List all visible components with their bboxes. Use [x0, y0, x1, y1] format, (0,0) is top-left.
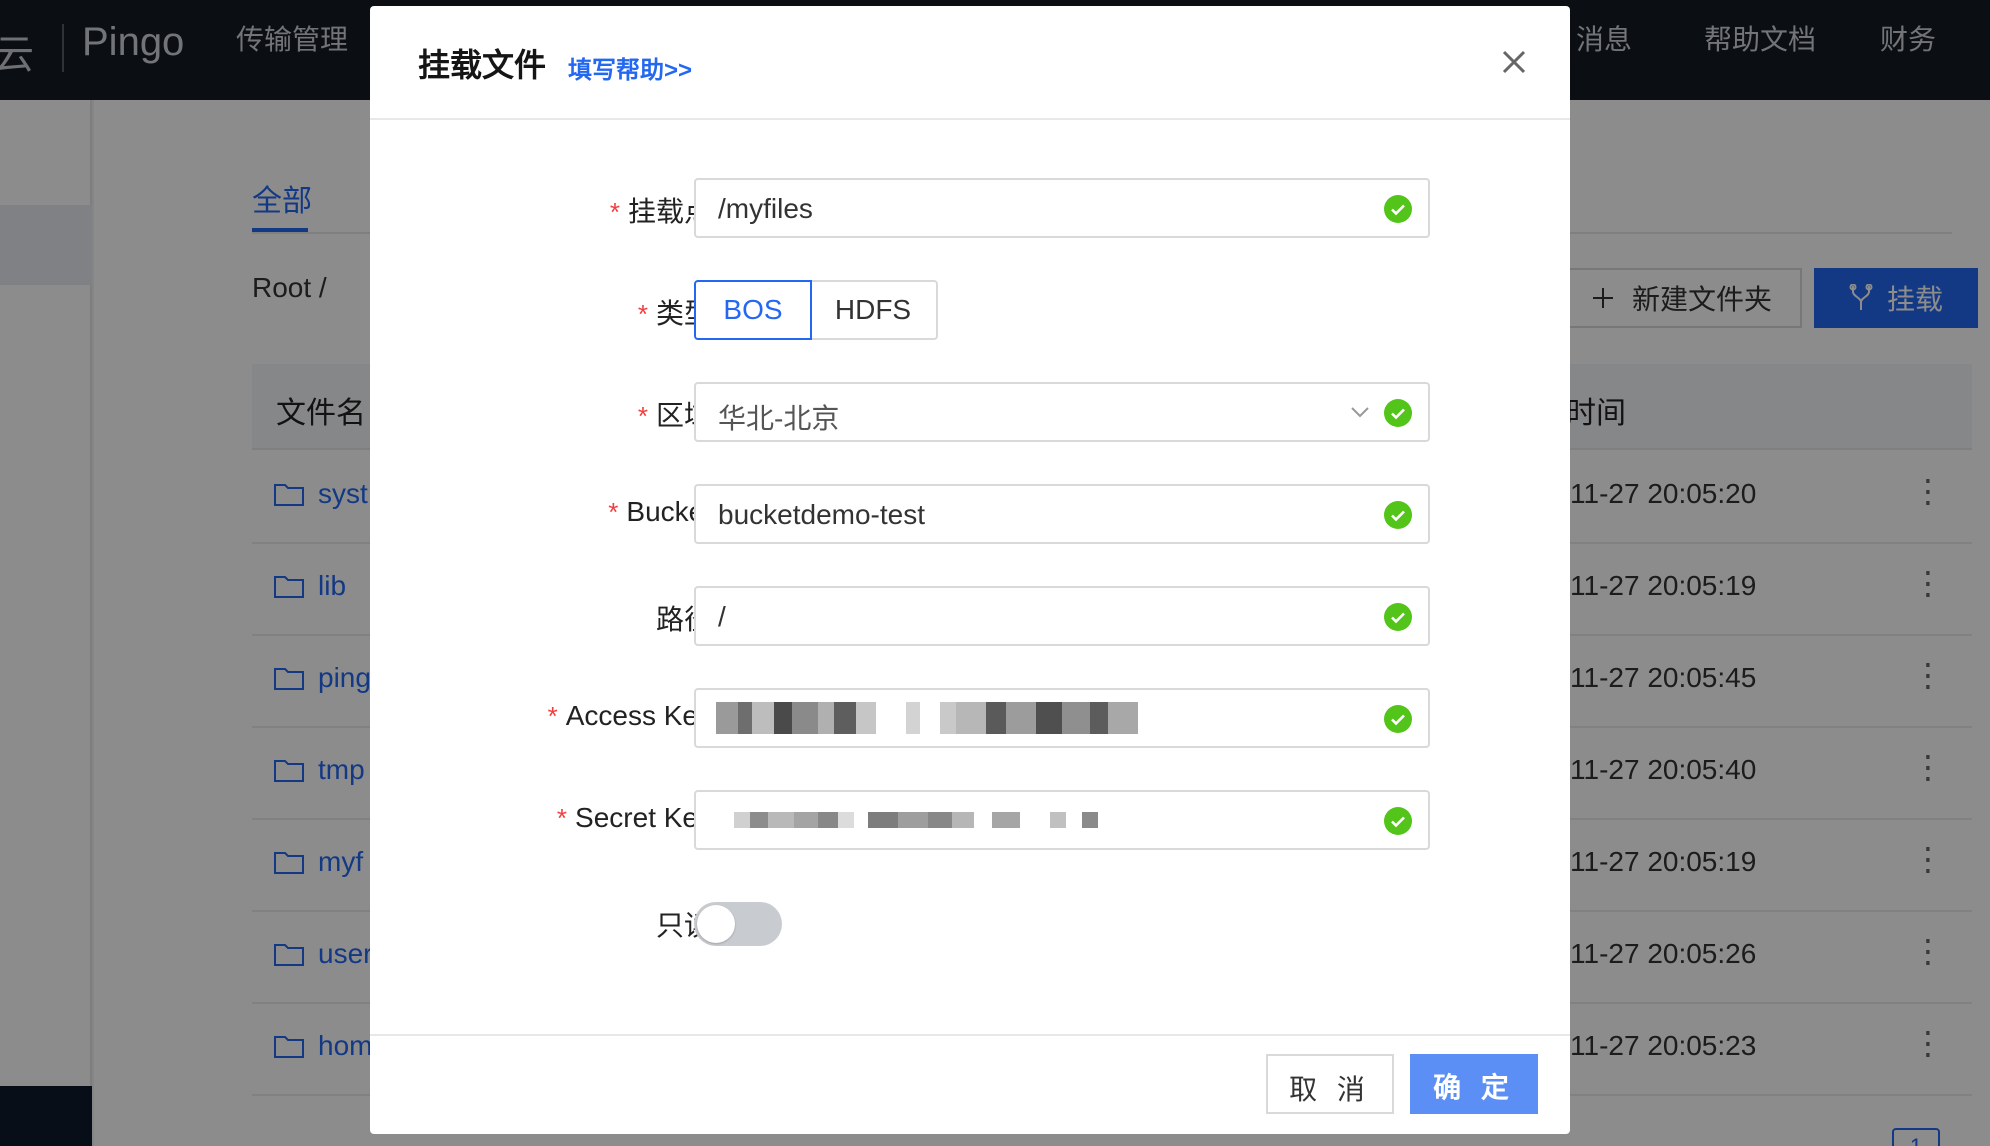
help-link[interactable]: 填写帮助>>: [568, 50, 692, 85]
secret-key-obscured: [734, 812, 1098, 828]
required-mark: *: [608, 497, 619, 527]
check-circle-icon: [1384, 705, 1412, 733]
check-circle-icon: [1384, 603, 1412, 631]
region-select[interactable]: 华北-北京: [694, 382, 1430, 442]
mount-point-input[interactable]: /myfiles: [694, 178, 1430, 238]
readonly-toggle[interactable]: [694, 902, 782, 946]
dialog-header: 挂载文件 填写帮助>>: [370, 6, 1570, 120]
chevron-down-icon: [1351, 407, 1369, 418]
path-input[interactable]: /: [694, 586, 1430, 646]
mount-point-value: /myfiles: [718, 193, 813, 224]
confirm-button[interactable]: 确 定: [1410, 1054, 1538, 1114]
required-mark: *: [637, 299, 648, 329]
path-value: /: [718, 601, 726, 632]
close-icon[interactable]: [1498, 46, 1530, 78]
required-mark: *: [556, 803, 568, 833]
required-mark: *: [547, 701, 558, 731]
check-circle-icon: [1384, 807, 1412, 835]
cancel-button[interactable]: 取 消: [1266, 1054, 1394, 1114]
check-circle-icon: [1384, 501, 1412, 529]
check-circle-icon: [1384, 399, 1412, 427]
access-key-label: * Access Key: [548, 700, 712, 732]
access-key-obscured: [716, 702, 1138, 734]
toggle-knob: [697, 905, 735, 943]
bucket-input[interactable]: bucketdemo-test: [694, 484, 1430, 544]
required-mark: *: [609, 197, 620, 227]
bucket-value: bucketdemo-test: [718, 499, 925, 530]
type-option-hdfs[interactable]: HDFS: [810, 280, 938, 340]
access-key-label-text: Access Key: [565, 700, 712, 731]
dialog-title: 挂载文件: [418, 47, 547, 83]
check-circle-icon: [1384, 195, 1412, 223]
type-option-bos[interactable]: BOS: [694, 280, 812, 340]
mount-dialog: 挂载文件 填写帮助>> * 挂载点 /myfiles * 类型 BOS HDFS *…: [370, 6, 1570, 1134]
required-mark: *: [637, 401, 648, 431]
secret-key-label: * Secret Key: [557, 802, 712, 834]
secret-key-label-text: Secret Key: [575, 802, 712, 833]
region-value: 华北-北京: [718, 403, 840, 434]
access-key-input[interactable]: [694, 688, 1430, 748]
secret-key-input[interactable]: [694, 790, 1430, 850]
